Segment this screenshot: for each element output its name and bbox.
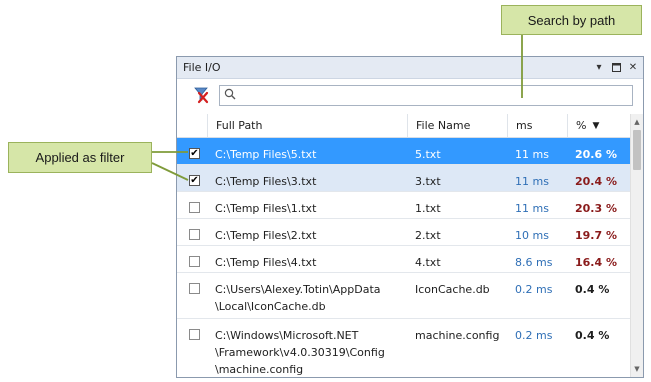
row-full-path: C:\Temp Files\5.txt: [215, 148, 317, 161]
row-full-path: C:\Temp Files\3.txt: [215, 175, 317, 188]
table-body: ✔ C:\Temp Files\5.txt 5.txt 11 ms 20.6 % ✔ C:\…: [177, 138, 631, 377]
panel-titlebar: File I/O ▾ ✕: [177, 57, 643, 79]
row-checkbox[interactable]: [189, 283, 200, 294]
header-full-path[interactable]: Full Path: [207, 114, 407, 137]
file-io-panel: File I/O ▾ ✕ Full Path File Name ms % ▼: [176, 56, 644, 378]
search-box[interactable]: [219, 84, 633, 106]
table-row[interactable]: ✔ C:\Temp Files\5.txt 5.txt 11 ms 20.6 %: [177, 138, 631, 165]
row-file-name: IconCache.db: [415, 283, 490, 296]
row-file-name: 4.txt: [415, 256, 441, 269]
row-checkbox-cell: [177, 246, 207, 272]
row-file-name: machine.config: [415, 329, 500, 342]
row-percent: 20.6 %: [575, 148, 617, 161]
maximize-icon[interactable]: [609, 61, 623, 75]
row-checkbox[interactable]: ✔: [189, 148, 200, 159]
callout-applied-as-filter: Applied as filter: [8, 142, 152, 173]
row-percent: 16.4 %: [575, 256, 617, 269]
row-checkbox-cell: [177, 219, 207, 245]
row-ms: 8.6 ms: [515, 256, 553, 269]
table-row[interactable]: ✔ C:\Temp Files\3.txt 3.txt 11 ms 20.4 %: [177, 165, 631, 192]
sort-descending-icon: ▼: [592, 120, 600, 131]
row-checkbox-cell: ✔: [177, 138, 207, 164]
row-checkbox[interactable]: [189, 202, 200, 213]
row-percent: 19.7 %: [575, 229, 617, 242]
row-checkbox[interactable]: [189, 229, 200, 240]
header-check: [177, 114, 207, 137]
row-checkbox-cell: [177, 319, 207, 377]
header-percent-label: %: [576, 119, 587, 132]
row-full-path: C:\Users\Alexey.Totin\AppData \Local\Ico…: [215, 283, 381, 313]
close-icon[interactable]: ✕: [626, 61, 640, 75]
search-input[interactable]: [236, 87, 632, 103]
scroll-thumb[interactable]: [633, 130, 641, 170]
header-file-name[interactable]: File Name: [407, 114, 507, 137]
header-ms[interactable]: ms: [507, 114, 567, 137]
table-row[interactable]: C:\Users\Alexey.Totin\AppData \Local\Ico…: [177, 273, 631, 319]
scroll-down-icon[interactable]: ▼: [631, 363, 643, 375]
row-checkbox-cell: ✔: [177, 165, 207, 191]
vertical-scrollbar[interactable]: ▲ ▼: [630, 114, 643, 377]
row-checkbox[interactable]: [189, 329, 200, 340]
row-ms: 11 ms: [515, 148, 549, 161]
row-percent: 0.4 %: [575, 329, 610, 342]
search-icon: [224, 88, 236, 103]
row-full-path: C:\Windows\Microsoft.NET \Framework\v4.0…: [215, 329, 385, 376]
row-percent: 20.3 %: [575, 202, 617, 215]
row-full-path: C:\Temp Files\1.txt: [215, 202, 317, 215]
clear-filter-icon[interactable]: [193, 86, 211, 104]
row-checkbox-cell: [177, 273, 207, 318]
row-checkbox[interactable]: ✔: [189, 175, 200, 186]
table-row[interactable]: C:\Temp Files\2.txt 2.txt 10 ms 19.7 %: [177, 219, 631, 246]
row-ms: 10 ms: [515, 229, 549, 242]
callout-search-by-path: Search by path: [501, 5, 642, 35]
row-ms: 0.2 ms: [515, 329, 553, 342]
header-percent[interactable]: % ▼: [567, 114, 631, 137]
row-full-path: C:\Temp Files\2.txt: [215, 229, 317, 242]
dropdown-icon[interactable]: ▾: [592, 61, 606, 75]
table-header: Full Path File Name ms % ▼: [177, 114, 631, 138]
panel-title: File I/O: [183, 61, 221, 74]
scroll-up-icon[interactable]: ▲: [631, 116, 643, 128]
row-file-name: 1.txt: [415, 202, 441, 215]
table-row[interactable]: C:\Temp Files\1.txt 1.txt 11 ms 20.3 %: [177, 192, 631, 219]
row-file-name: 2.txt: [415, 229, 441, 242]
row-checkbox[interactable]: [189, 256, 200, 267]
panel-toolbar: [177, 79, 643, 111]
row-checkbox-cell: [177, 192, 207, 218]
row-file-name: 3.txt: [415, 175, 441, 188]
table-row[interactable]: C:\Temp Files\4.txt 4.txt 8.6 ms 16.4 %: [177, 246, 631, 273]
table-row[interactable]: C:\Windows\Microsoft.NET \Framework\v4.0…: [177, 319, 631, 377]
row-ms: 0.2 ms: [515, 283, 553, 296]
row-ms: 11 ms: [515, 175, 549, 188]
row-ms: 11 ms: [515, 202, 549, 215]
row-percent: 0.4 %: [575, 283, 610, 296]
row-full-path: C:\Temp Files\4.txt: [215, 256, 317, 269]
row-file-name: 5.txt: [415, 148, 441, 161]
row-percent: 20.4 %: [575, 175, 617, 188]
